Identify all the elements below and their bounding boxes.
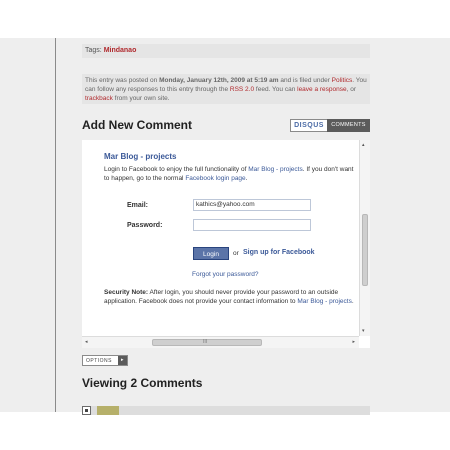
tags-bar: Tags: Mindanao: [82, 44, 370, 58]
viewing-comments-title: Viewing 2 Comments: [82, 376, 203, 390]
meta-date: Monday, January 12th, 2009 at 5:19 am: [159, 77, 279, 84]
security-note-label: Security Note:: [104, 289, 149, 296]
meta-text: from your own site.: [112, 95, 170, 102]
options-label: OPTIONS: [86, 358, 113, 364]
security-text: .: [351, 298, 354, 305]
page: Tags: Mindanao This entry was posted on …: [0, 0, 450, 450]
bottom-blank: [0, 412, 450, 450]
email-field[interactable]: [193, 199, 311, 211]
left-gutter: [0, 38, 55, 412]
disqus-logo[interactable]: DISQUS: [290, 119, 328, 132]
tag-link[interactable]: Mindanao: [104, 47, 137, 54]
vertical-scrollbar[interactable]: ▴ ▾: [359, 140, 370, 336]
password-label: Password:: [127, 222, 163, 229]
facebook-login-panel: Mar Blog - projects Login to Facebook to…: [82, 140, 370, 348]
desc-text: Login to Facebook to enjoy the full func…: [104, 166, 249, 173]
options-button[interactable]: OPTIONS ▸: [82, 355, 128, 366]
security-text: application. Facebook does not provide y…: [104, 298, 298, 305]
trackback-link[interactable]: trackback: [85, 95, 113, 102]
horizontal-scroll-thumb[interactable]: III: [152, 339, 262, 346]
vertical-scroll-thumb[interactable]: [362, 214, 368, 286]
comment-checkbox[interactable]: [82, 406, 91, 415]
signup-link[interactable]: Sign up for Facebook: [243, 249, 315, 256]
scroll-grip-icon: III: [203, 339, 208, 345]
avatar: [97, 406, 119, 415]
security-note: Security Note: After login, you should n…: [104, 288, 366, 306]
app-link[interactable]: Mar Blog - projects: [248, 166, 303, 173]
login-button[interactable]: Login: [193, 247, 229, 260]
options-arrow-icon: ▸: [118, 356, 127, 365]
security-text: After login, you should never provide yo…: [148, 289, 339, 296]
meta-text: This entry was posted on: [85, 77, 160, 84]
category-link[interactable]: Politics: [332, 77, 353, 84]
app-link[interactable]: Mar Blog - projects: [297, 298, 352, 305]
leave-response-link[interactable]: leave a response: [297, 86, 347, 93]
horizontal-scrollbar[interactable]: ◂ III ▸: [82, 336, 359, 348]
scroll-down-icon[interactable]: ▾: [362, 328, 365, 334]
password-field[interactable]: [193, 219, 311, 231]
meta-text: and is filed under: [278, 77, 330, 84]
entry-meta: This entry was posted on Monday, January…: [82, 74, 370, 104]
email-label: Email:: [127, 202, 149, 209]
meta-text: feed. You can: [254, 86, 298, 93]
desc-text: .: [245, 175, 248, 182]
facebook-login-page-link[interactable]: Facebook login page: [185, 175, 245, 182]
add-comment-title: Add New Comment: [82, 118, 193, 132]
forgot-password-link[interactable]: Forgot your password?: [192, 271, 258, 278]
meta-text: , or: [346, 86, 357, 93]
comment-row: [82, 406, 370, 415]
scroll-up-icon[interactable]: ▴: [362, 142, 365, 148]
scroll-right-icon[interactable]: ▸: [352, 339, 355, 345]
app-name: Mar Blog - projects: [104, 152, 177, 161]
rss-link[interactable]: RSS 2.0: [230, 86, 254, 93]
desc-text: to happen, go to the normal: [104, 175, 186, 182]
left-divider: [55, 38, 56, 412]
scroll-left-icon[interactable]: ◂: [85, 339, 88, 345]
login-description: Login to Facebook to enjoy the full func…: [104, 165, 366, 183]
or-text: or: [233, 250, 239, 257]
desc-text: . If you don't want: [302, 166, 354, 173]
comments-button[interactable]: COMMENTS: [327, 119, 370, 132]
tags-label: Tags:: [85, 47, 102, 54]
